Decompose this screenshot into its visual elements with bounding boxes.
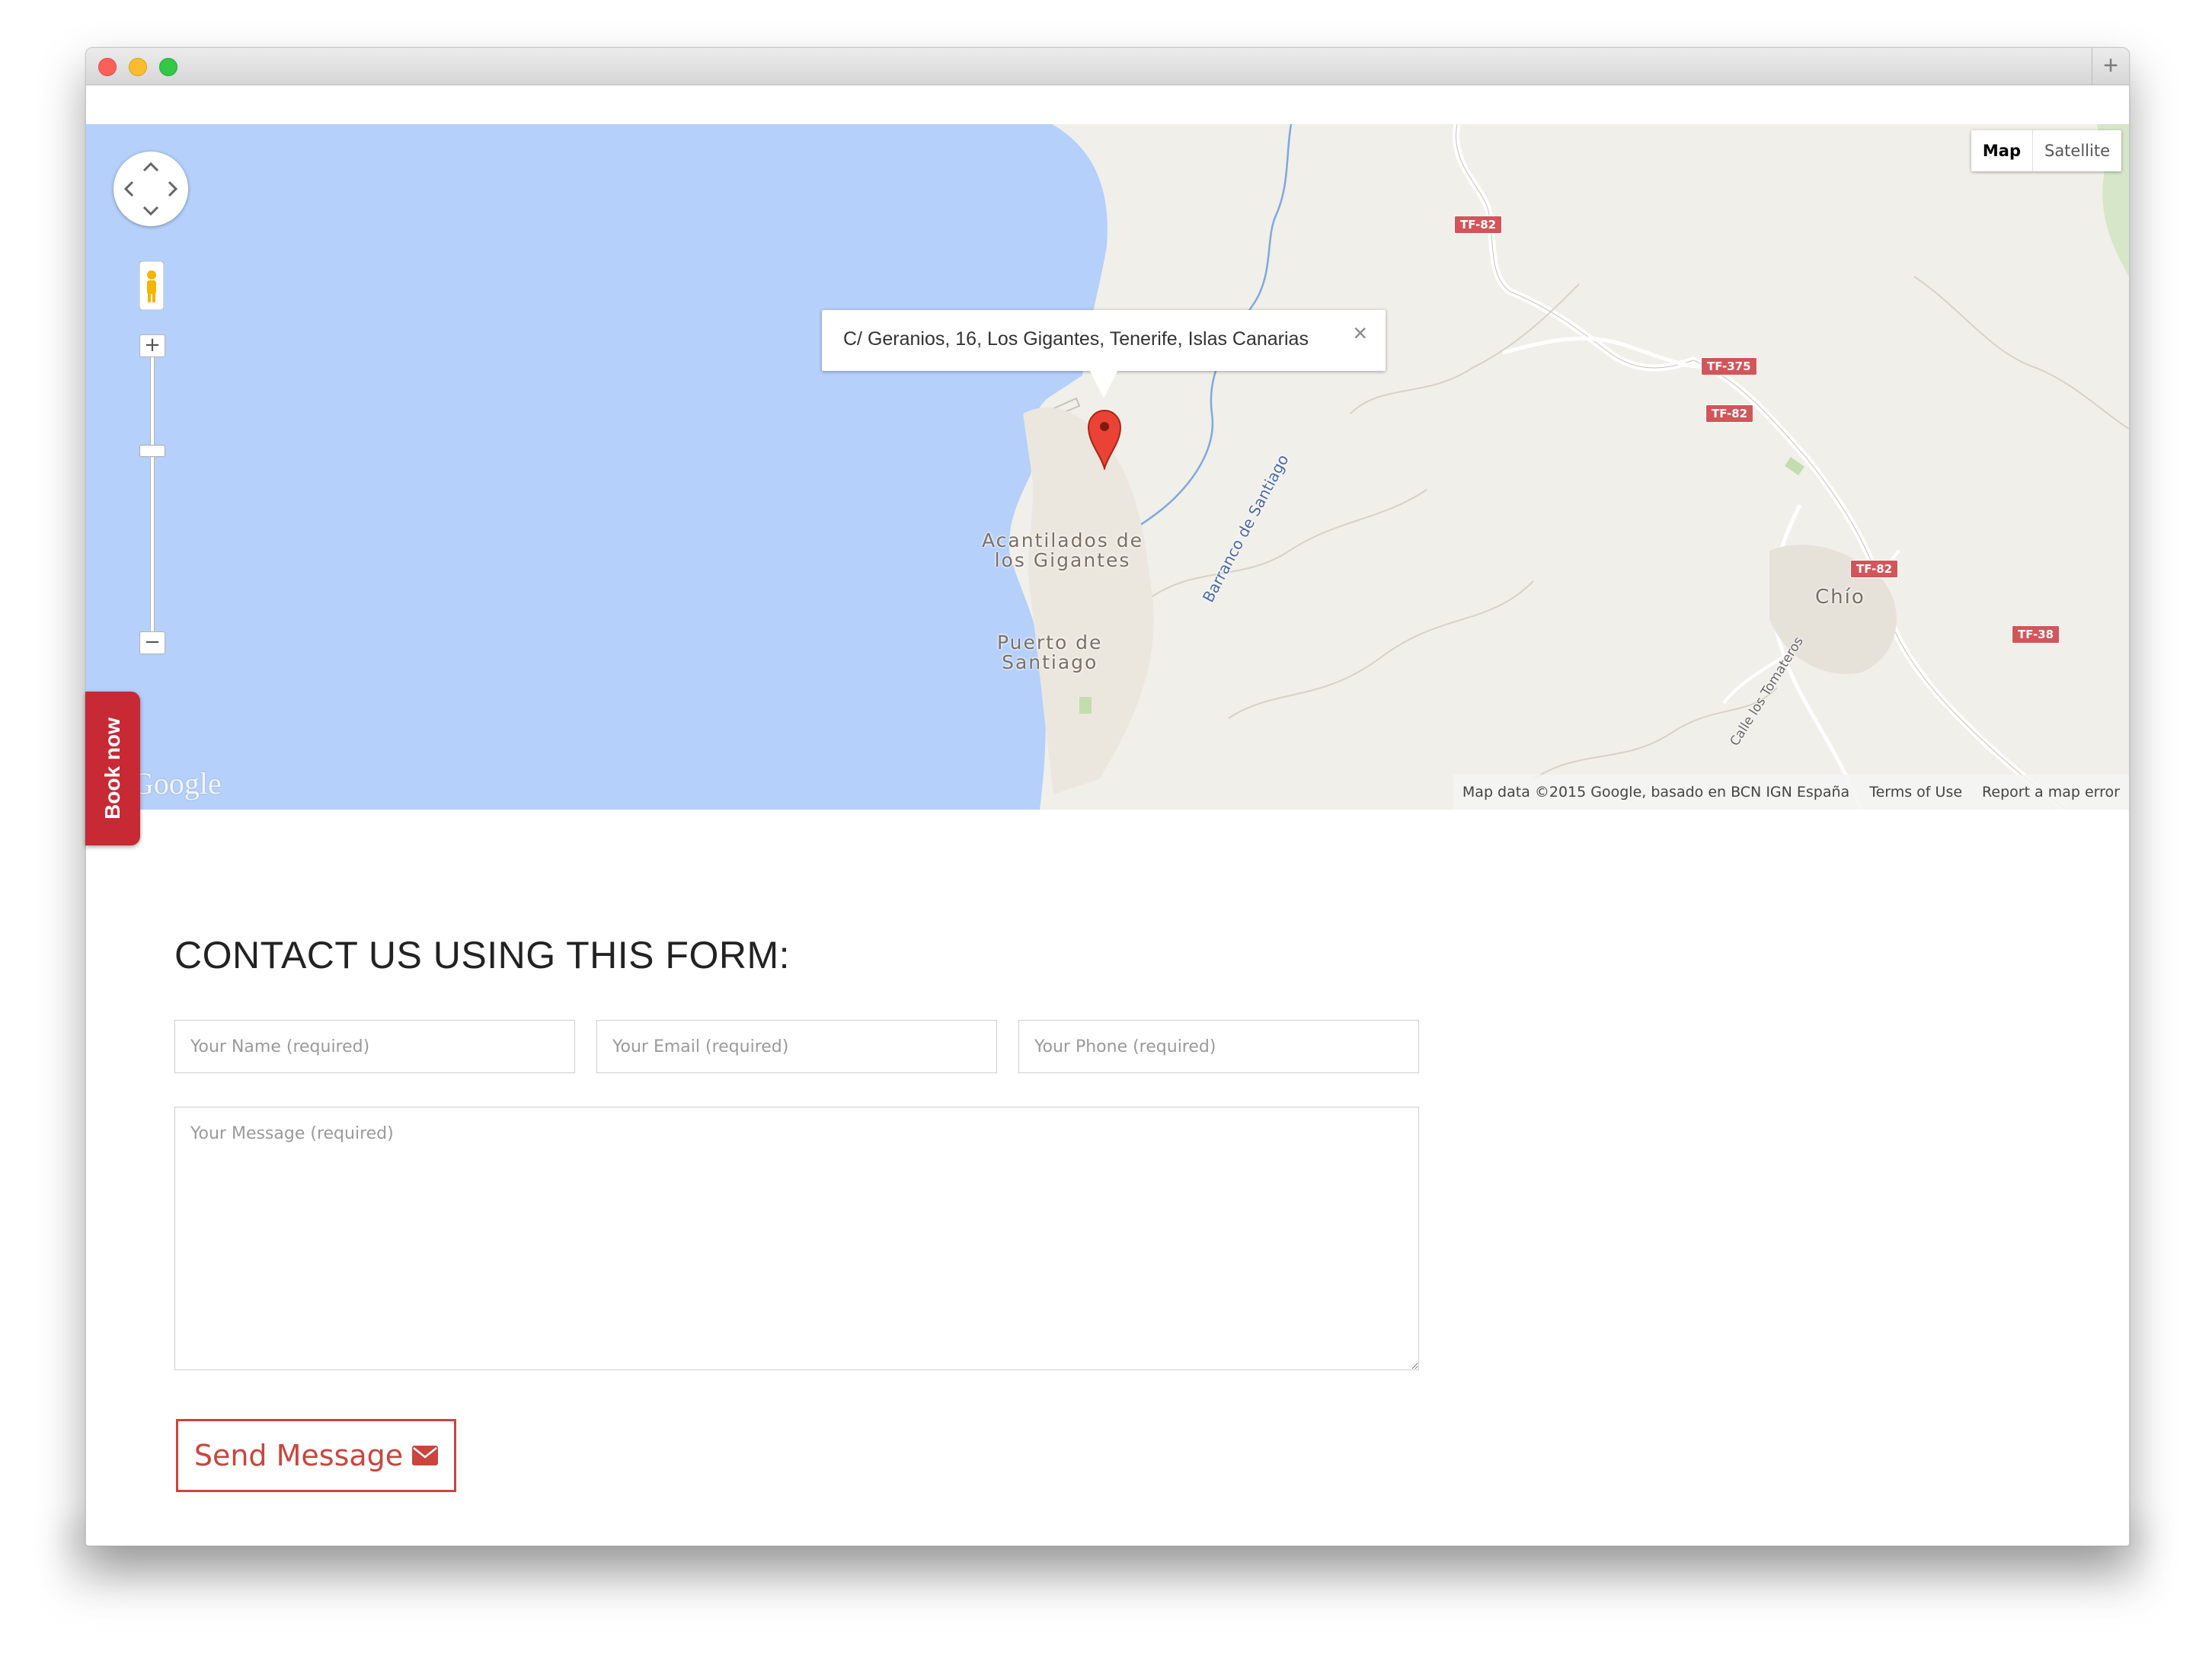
map-marker-icon[interactable] (1087, 409, 1122, 470)
envelope-icon (412, 1446, 439, 1465)
road-badge-tf82: TF-82 (1454, 216, 1503, 234)
contour-1 (1152, 489, 1427, 597)
map-type-satellite-button[interactable]: Satellite (2033, 130, 2121, 171)
pan-control[interactable] (113, 152, 188, 226)
zoom-in-button[interactable]: + (139, 334, 165, 357)
road-badge-tf375: TF-375 (1701, 357, 1757, 376)
info-window-tail (1090, 371, 1117, 398)
zoom-out-button[interactable]: − (139, 631, 165, 654)
contact-form-heading: CONTACT US USING THIS FORM: (174, 934, 790, 976)
book-now-tab[interactable]: Book now (85, 692, 140, 845)
terms-of-use-link[interactable]: Terms of Use (1869, 784, 1962, 801)
place-label-chio: Chío (1815, 586, 1865, 609)
google-map[interactable]: Acantilados de los Gigantes Puerto de Sa… (86, 124, 2129, 810)
road-badge-tf82: TF-82 (1705, 404, 1754, 423)
road-badge-tf38: TF-38 (2012, 625, 2060, 644)
map-attribution-bar: Map data ©2015 Google, basado en BCN IGN… (1453, 775, 2129, 810)
map-type-control: Map Satellite (1971, 130, 2121, 171)
map-type-map-button[interactable]: Map (1971, 130, 2033, 171)
plus-icon[interactable]: + (2092, 48, 2129, 85)
maximize-window-button[interactable] (159, 58, 177, 76)
road-badge-tf82: TF-82 (1850, 560, 1899, 578)
contour-5 (1913, 276, 2129, 430)
map-data-attribution: Map data ©2015 Google, basado en BCN IGN… (1462, 784, 1850, 801)
minimize-window-button[interactable] (129, 58, 147, 76)
place-label-acantilados: Acantilados de los Gigantes (982, 531, 1143, 570)
pegman-icon[interactable] (139, 261, 164, 310)
zoom-slider-track[interactable] (150, 345, 155, 644)
place-label-acantilados-line1: Acantilados de (982, 529, 1143, 551)
message-field[interactable] (174, 1107, 1419, 1370)
browser-window: + Acantilados de los Gigantes Puerto de … (85, 47, 2130, 1546)
map-info-window: C/ Geranios, 16, Los Gigantes, Tenerife,… (822, 310, 1386, 398)
place-label-acantilados-line2: los Gigantes (994, 549, 1131, 571)
info-window-address: C/ Geranios, 16, Los Gigantes, Tenerife,… (843, 328, 1309, 350)
google-logo: Google (132, 766, 222, 801)
pan-arrows-icon (123, 161, 178, 216)
place-label-puerto-line1: Puerto de (997, 631, 1103, 654)
contour-2 (1228, 580, 1534, 719)
close-window-button[interactable] (98, 58, 117, 76)
park-patch-2 (1784, 456, 1805, 476)
phone-field[interactable] (1018, 1020, 1419, 1073)
title-bar: + (86, 48, 2129, 85)
place-label-puerto: Puerto de Santiago (997, 633, 1102, 673)
park-patch-1 (1079, 697, 1092, 714)
email-field[interactable] (596, 1020, 997, 1073)
place-label-puerto-line2: Santiago (1002, 651, 1098, 673)
report-map-error-link[interactable]: Report a map error (1982, 784, 2120, 801)
close-icon[interactable]: × (1353, 319, 1367, 347)
zoom-slider-handle[interactable] (139, 445, 165, 457)
book-now-label: Book now (101, 717, 124, 820)
ocean (86, 124, 1108, 810)
send-message-label: Send Message (193, 1439, 404, 1472)
name-field[interactable] (174, 1020, 575, 1073)
send-message-button[interactable]: Send Message (176, 1419, 456, 1492)
